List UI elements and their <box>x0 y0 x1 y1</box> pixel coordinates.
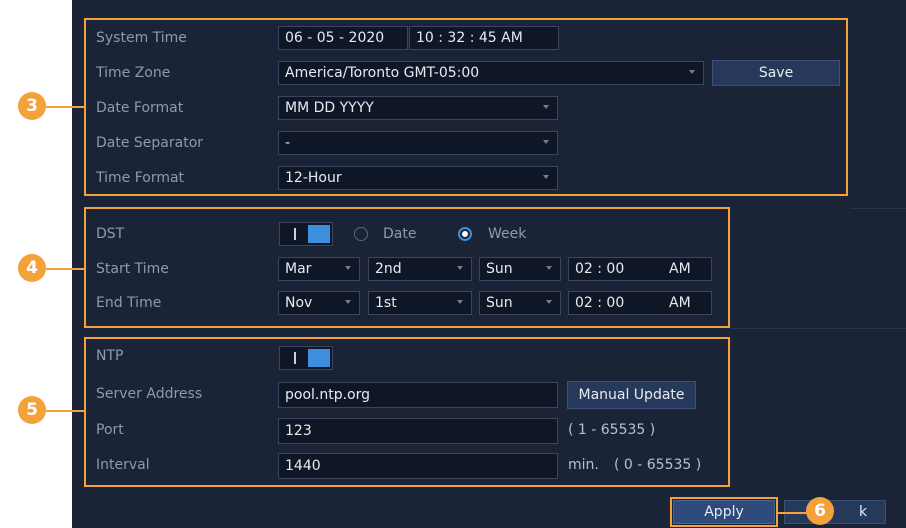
divider <box>850 208 906 209</box>
callout-leader-5 <box>46 410 84 412</box>
callout-leader-6 <box>778 512 808 514</box>
callout-badge-6: 6 <box>806 497 834 525</box>
callout-badge-4: 4 <box>18 254 46 282</box>
callout-badge-3: 3 <box>18 92 46 120</box>
callout-box-5 <box>84 337 730 487</box>
divider <box>730 328 906 329</box>
callout-box-6 <box>670 497 778 527</box>
callout-leader-3 <box>46 106 84 108</box>
callout-box-4 <box>84 207 730 328</box>
callout-box-3 <box>84 18 848 196</box>
callout-badge-5: 5 <box>18 396 46 424</box>
callout-leader-4 <box>46 268 84 270</box>
